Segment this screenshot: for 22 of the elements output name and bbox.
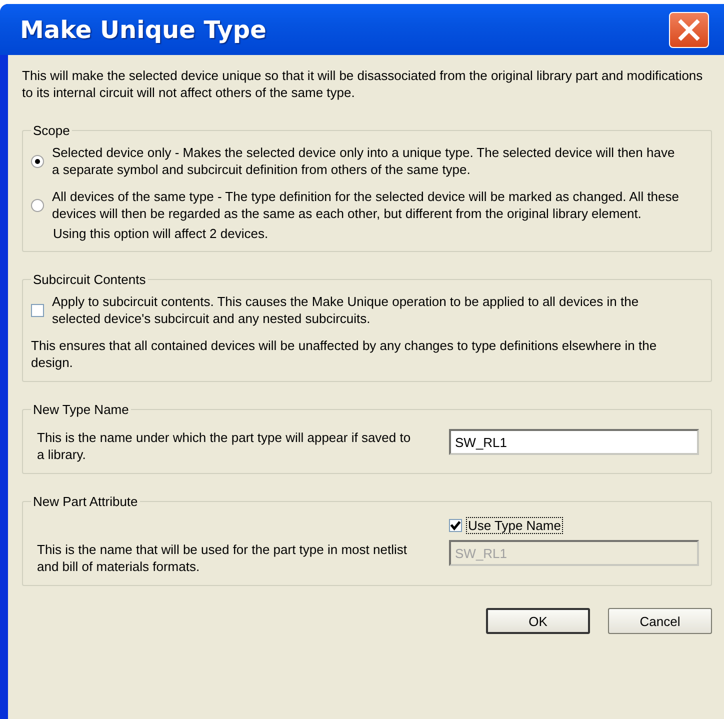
group-title: Subcircuit Contents [32, 272, 147, 287]
note-text: Using this option will affect 2 devices. [53, 226, 270, 241]
checkbox-label: Use Type Name [466, 517, 563, 534]
group-title: Scope [32, 123, 71, 138]
type-name-field[interactable]: SW_RL1 [449, 429, 699, 455]
group-title: New Type Name [32, 402, 130, 417]
radio-button[interactable] [31, 198, 44, 212]
window-title: Make Unique Type [20, 16, 266, 44]
radio-label: Selected device only - Makes the selected device only into a unique type. The selected device will then have a separate symbol and subcircuit definition from others of the same type. [52, 144, 676, 178]
checkbox-label: Apply to subcircuit contents. This causes the Make Unique operation to be applied to all devices in the selected device's subcircuit and any nested subcircuits. [52, 293, 640, 327]
dialog-button[interactable]: OK [486, 608, 590, 634]
radio-button[interactable] [31, 154, 44, 168]
dialog-button[interactable]: Cancel [608, 608, 712, 634]
close-button[interactable] [669, 12, 709, 48]
close-icon [678, 18, 700, 40]
description-text: This is the name under which the part type will appear if saved to a library. [37, 429, 412, 463]
intro-text: This will make the selected device unique so that it will be disassociated from the original library part and modifications to its internal circuit will not affect others of the same type. [22, 67, 704, 101]
note-text: This ensures that all contained devices will be unaffected by any changes to type definitions elsewhere in the design. [31, 337, 658, 371]
checkbox[interactable] [31, 304, 44, 316]
radio-label: All devices of the same type - The type definition for the selected device will be marked as changed. All these devices will then be regarded as the same as each other, but different from the original library element. [52, 188, 680, 222]
group-title: New Part Attribute [32, 494, 139, 509]
description-text: This is the name that will be used for the part type in most netlist and bill of materials formats. [37, 541, 408, 575]
